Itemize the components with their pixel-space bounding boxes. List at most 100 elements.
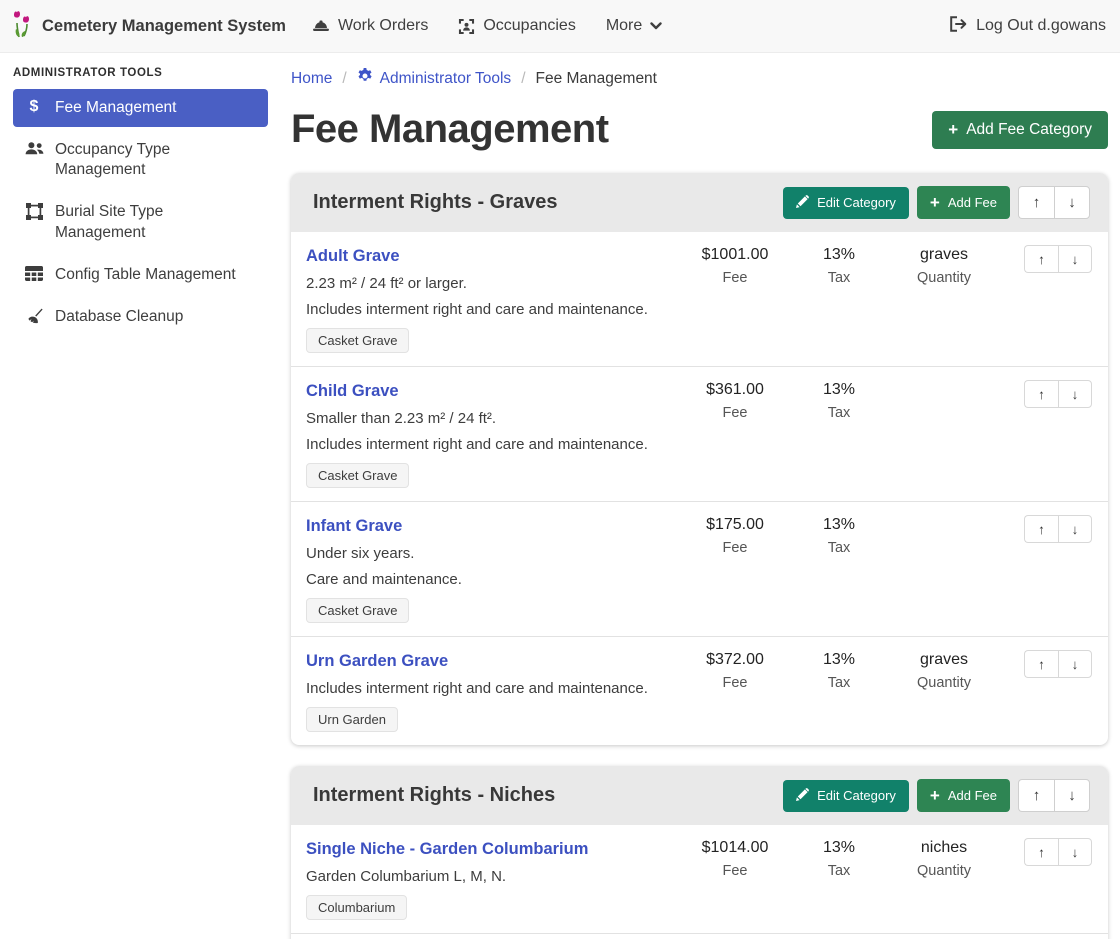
- fee-description: Under six years.: [306, 545, 680, 562]
- sidebar-header: ADMINISTRATOR TOOLS: [13, 67, 268, 79]
- breadcrumb-home-link[interactable]: Home: [291, 70, 332, 88]
- nav-occupancies[interactable]: Occupancies: [458, 17, 576, 35]
- plus-icon: +: [930, 787, 940, 804]
- sidebar-item-fee-management[interactable]: $ Fee Management: [13, 89, 268, 127]
- fee-name-link[interactable]: Urn Garden Grave: [306, 652, 448, 671]
- fee-amount-label: Fee: [680, 540, 790, 556]
- sidebar-item-burial-site-type-management[interactable]: Burial Site Type Management: [13, 193, 268, 251]
- move-fee-up-button[interactable]: ↑: [1024, 515, 1058, 543]
- hard-hat-icon: [312, 18, 330, 34]
- sidebar-item-config-table-management[interactable]: Config Table Management: [13, 256, 268, 294]
- tax-label: Tax: [790, 270, 888, 286]
- fee-amount-label: Fee: [680, 863, 790, 879]
- move-fee-down-button[interactable]: ↓: [1058, 650, 1092, 678]
- sidebar-item-database-cleanup[interactable]: Database Cleanup: [13, 298, 268, 336]
- move-category-up-button[interactable]: ↑: [1018, 779, 1054, 812]
- plus-icon: +: [930, 194, 940, 211]
- fee-category-header: Interment Rights - Graves Edit Category …: [291, 173, 1108, 232]
- plus-icon: +: [948, 121, 958, 138]
- edit-category-button[interactable]: Edit Category: [783, 780, 909, 812]
- fee-type-badge: Urn Garden: [306, 707, 398, 732]
- move-category-up-button[interactable]: ↑: [1018, 186, 1054, 219]
- tax-value: 13%: [790, 246, 888, 264]
- move-category-down-button[interactable]: ↓: [1054, 779, 1090, 812]
- fee-category-title: Interment Rights - Graves: [313, 191, 558, 214]
- fee-category-header: Interment Rights - Niches Edit Category …: [291, 766, 1108, 825]
- edit-category-button[interactable]: Edit Category: [783, 187, 909, 219]
- quantity-label: Quantity: [888, 270, 1000, 286]
- fee-name-link[interactable]: Single Niche - Garden Columbarium: [306, 840, 588, 859]
- move-fee-down-button[interactable]: ↓: [1058, 380, 1092, 408]
- sidebar-item-occupancy-type-management[interactable]: Occupancy Type Management: [13, 131, 268, 189]
- move-fee-down-button[interactable]: ↓: [1058, 838, 1092, 866]
- fee-amount: $372.00: [680, 651, 790, 669]
- move-fee-down-button[interactable]: ↓: [1058, 515, 1092, 543]
- users-icon: [24, 141, 44, 156]
- tax-label: Tax: [790, 405, 888, 421]
- tax-label: Tax: [790, 675, 888, 691]
- fee-type-badge: Casket Grave: [306, 463, 409, 488]
- fee-description: Garden Columbarium L, M, N.: [306, 868, 680, 885]
- edit-category-label: Edit Category: [817, 195, 896, 210]
- move-fee-down-button[interactable]: ↓: [1058, 245, 1092, 273]
- move-fee-up-button[interactable]: ↑: [1024, 650, 1058, 678]
- sidebar-item-label: Config Table Management: [55, 265, 236, 285]
- fee-category-title: Interment Rights - Niches: [313, 784, 555, 807]
- categories: Interment Rights - Graves Edit Category …: [291, 173, 1108, 939]
- breadcrumb-admin-tools-label: Administrator Tools: [380, 70, 512, 88]
- chevron-down-icon: [650, 22, 662, 30]
- dollar-icon: $: [24, 99, 44, 115]
- add-fee-category-button[interactable]: + Add Fee Category: [932, 111, 1108, 149]
- quantity-value: graves: [888, 651, 1000, 669]
- main-content: Home / Administrator Tools / Fee Managem…: [278, 53, 1120, 939]
- fee-name-link[interactable]: Infant Grave: [306, 517, 402, 536]
- fee-description: Includes interment right and care and ma…: [306, 436, 680, 453]
- sidebar-item-label: Occupancy Type Management: [55, 140, 258, 180]
- fee-type-badge: Columbarium: [306, 895, 407, 920]
- quantity-value: graves: [888, 246, 1000, 264]
- broom-icon: [24, 308, 44, 324]
- app-title: Cemetery Management System: [42, 17, 286, 36]
- breadcrumb-separator: /: [521, 70, 525, 88]
- quantity-value: niches: [888, 839, 1000, 857]
- fee-category-card: Interment Rights - Niches Edit Category …: [291, 766, 1108, 939]
- logout-icon: [949, 16, 967, 37]
- breadcrumb: Home / Administrator Tools / Fee Managem…: [291, 68, 1108, 89]
- quantity-label: Quantity: [888, 675, 1000, 691]
- nav-work-orders[interactable]: Work Orders: [312, 17, 428, 35]
- move-fee-up-button[interactable]: ↑: [1024, 380, 1058, 408]
- page-title: Fee Management: [291, 107, 609, 152]
- tax-value: 13%: [790, 651, 888, 669]
- tax-value: 13%: [790, 516, 888, 534]
- move-fee-up-button[interactable]: ↑: [1024, 838, 1058, 866]
- fee-name-link[interactable]: Adult Grave: [306, 247, 400, 266]
- add-fee-label: Add Fee: [948, 195, 997, 210]
- top-navbar: Cemetery Management System Work Orders O…: [0, 0, 1120, 53]
- fee-amount: $1014.00: [680, 839, 790, 857]
- fee-row: Adult Grave 2.23 m² / 24 ft² or larger.I…: [291, 232, 1108, 366]
- move-fee-up-button[interactable]: ↑: [1024, 245, 1058, 273]
- logout-button[interactable]: Log Out d.gowans: [949, 16, 1106, 37]
- fee-name-link[interactable]: Child Grave: [306, 382, 399, 401]
- pencil-icon: [796, 788, 809, 804]
- breadcrumb-admin-tools-link[interactable]: Administrator Tools: [357, 68, 512, 89]
- nav-work-orders-label: Work Orders: [338, 17, 428, 35]
- table-icon: [24, 266, 44, 281]
- add-fee-category-label: Add Fee Category: [966, 121, 1092, 139]
- fee-amount-label: Fee: [680, 405, 790, 421]
- fee-description: Care and maintenance.: [306, 571, 680, 588]
- fee-row: Companion Niche - Garden Columbarium Gar…: [291, 933, 1108, 939]
- add-fee-button[interactable]: + Add Fee: [917, 186, 1010, 219]
- fee-amount: $361.00: [680, 381, 790, 399]
- add-fee-button[interactable]: + Add Fee: [917, 779, 1010, 812]
- fee-description: 2.23 m² / 24 ft² or larger.: [306, 275, 680, 292]
- move-category-down-button[interactable]: ↓: [1054, 186, 1090, 219]
- sidebar-item-label: Burial Site Type Management: [55, 202, 258, 242]
- quantity-label: Quantity: [888, 863, 1000, 879]
- add-fee-label: Add Fee: [948, 788, 997, 803]
- main-nav: Work Orders Occupancies More: [312, 17, 662, 35]
- nav-more[interactable]: More: [606, 17, 662, 35]
- sidebar: ADMINISTRATOR TOOLS $ Fee Management Occ…: [0, 53, 278, 939]
- app-brand[interactable]: Cemetery Management System: [10, 9, 286, 44]
- fee-row: Urn Garden Grave Includes interment righ…: [291, 636, 1108, 745]
